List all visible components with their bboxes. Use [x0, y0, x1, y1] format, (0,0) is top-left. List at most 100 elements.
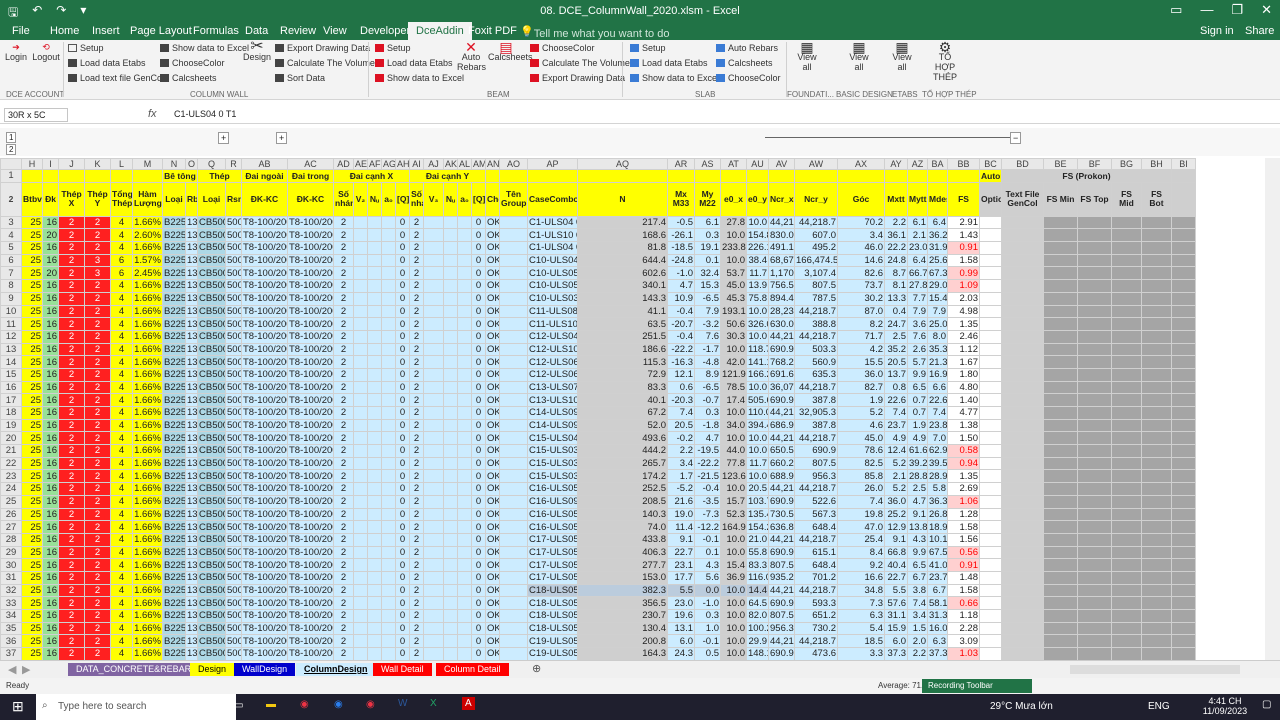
grid-cell[interactable]: 141.1 — [746, 355, 769, 369]
grid-cell[interactable]: 7.4 — [907, 596, 928, 610]
grid-cell[interactable]: 2 — [84, 469, 111, 484]
grid-cell[interactable]: 25 — [21, 266, 43, 281]
grid-cell[interactable]: 2 — [409, 507, 424, 522]
grid-cell[interactable]: OK — [485, 406, 500, 420]
grid-cell[interactable] — [1001, 431, 1044, 446]
grid-cell[interactable] — [1111, 304, 1142, 319]
grid-cell[interactable]: 18.9 — [927, 520, 948, 534]
grid-cell[interactable]: 2 — [333, 634, 354, 649]
grid-cell[interactable]: 2 — [409, 444, 424, 458]
grid-cell[interactable] — [367, 266, 382, 281]
column-header[interactable]: AX — [837, 158, 885, 170]
grid-cell[interactable]: 10.0 — [720, 431, 747, 446]
grid-cell[interactable] — [1141, 431, 1172, 446]
grid-cell[interactable]: 1,170.4 — [768, 266, 795, 281]
grid-cell[interactable] — [423, 304, 444, 319]
grid-cell[interactable] — [979, 215, 1002, 230]
grid-cell[interactable]: 22.2 — [884, 241, 908, 255]
chrome-icon[interactable]: ◉ — [300, 699, 309, 710]
grid-cell[interactable]: 382.3 — [577, 583, 668, 598]
grid-cell[interactable]: T8-100/200 — [241, 431, 288, 446]
grid-cell[interactable] — [443, 634, 458, 649]
grid-cell[interactable] — [1171, 317, 1196, 331]
grid-cell[interactable]: 153.0 — [577, 570, 668, 585]
grid-cell[interactable]: 0 — [471, 342, 486, 357]
grid-cell[interactable]: 1.66% — [132, 596, 163, 610]
grid-cell[interactable]: 73.7 — [837, 279, 885, 293]
grid-cell[interactable]: 0 — [395, 304, 410, 319]
grid-cell[interactable]: 16 — [42, 317, 59, 331]
grid-cell[interactable]: 0 — [395, 609, 410, 623]
grid-cell[interactable] — [381, 545, 396, 560]
grid-cell[interactable]: 13 — [185, 380, 198, 395]
name-box[interactable]: 30R x 5C — [4, 108, 68, 122]
grid-cell[interactable]: 0 — [471, 406, 486, 420]
grid-cell[interactable] — [443, 532, 458, 547]
grid-cell[interactable] — [443, 545, 458, 560]
grid-cell[interactable]: T8-100/200 — [241, 393, 288, 407]
grid-cell[interactable] — [1001, 570, 1044, 585]
column-header[interactable]: BE — [1043, 158, 1078, 170]
restore-icon[interactable]: ❐ — [1231, 2, 1243, 18]
grid-cell[interactable]: 0 — [395, 367, 410, 382]
grid-cell[interactable]: 4 — [110, 596, 133, 610]
grid-cell[interactable] — [499, 596, 528, 610]
grid-cell[interactable]: 356.5 — [577, 596, 668, 610]
grid-cell[interactable]: B225 — [162, 558, 186, 572]
grid-cell[interactable]: 1.38 — [947, 418, 980, 433]
grid-cell[interactable]: 690.9 — [768, 545, 795, 560]
grid-cell[interactable] — [1043, 279, 1078, 293]
grid-cell[interactable]: T8-100/200 — [287, 304, 334, 319]
grid-cell[interactable]: C14-ULS09 0 T1 — [527, 406, 578, 420]
grid-cell[interactable]: 730.2 — [794, 621, 838, 636]
grid-cell[interactable]: 78.5 — [720, 380, 747, 395]
grid-cell[interactable]: OK — [485, 482, 500, 496]
grid-cell[interactable] — [1043, 367, 1078, 382]
app-icon[interactable]: ◉ — [334, 699, 343, 710]
grid-cell[interactable] — [367, 609, 382, 623]
grid-cell[interactable]: T8-100/200 — [287, 444, 334, 458]
grid-cell[interactable] — [1141, 304, 1172, 319]
grid-cell[interactable]: 25 — [21, 367, 43, 382]
grid-cell[interactable] — [499, 367, 528, 382]
grid-cell[interactable] — [1077, 482, 1112, 496]
grid-cell[interactable]: 25.4 — [837, 532, 885, 547]
grid-cell[interactable] — [423, 456, 444, 471]
cw-choose-color[interactable]: ChooseColor — [160, 58, 225, 68]
beam-export-drawing[interactable]: Export Drawing Data — [530, 73, 625, 83]
grid-cell[interactable] — [979, 520, 1002, 534]
grid-cell[interactable] — [979, 241, 1002, 255]
grid-cell[interactable]: 25.2 — [884, 507, 908, 522]
grid-cell[interactable]: 85.8 — [837, 469, 885, 484]
grid-cell[interactable] — [1043, 520, 1078, 534]
grid-cell[interactable]: 15.3 — [694, 279, 721, 293]
grid-cell[interactable] — [1111, 253, 1142, 268]
grid-cell[interactable] — [58, 169, 85, 183]
grid-cell[interactable]: C1-ULS10 0 T2 — [527, 228, 578, 243]
tab-formulas[interactable]: Formulas — [193, 25, 239, 37]
grid-cell[interactable]: 6.0 — [884, 634, 908, 649]
grid-cell[interactable] — [353, 583, 368, 598]
grid-cell[interactable]: 24.3 — [667, 647, 695, 660]
grid-cell[interactable] — [979, 621, 1002, 636]
grid-cell[interactable] — [499, 380, 528, 395]
grid-cell[interactable] — [1043, 444, 1078, 458]
grid-cell[interactable] — [499, 507, 528, 522]
row-header[interactable]: 4 — [0, 228, 22, 243]
grid-cell[interactable]: -22.2 — [667, 342, 695, 357]
grid-cell[interactable] — [499, 317, 528, 331]
grid-cell[interactable]: 0.6 — [667, 380, 695, 395]
grid-cell[interactable]: T8-100/200 — [241, 469, 288, 484]
grid-cell[interactable]: -24.8 — [667, 253, 695, 268]
grid-cell[interactable]: T8-100/200 — [241, 520, 288, 534]
grid-cell[interactable]: 81.8 — [577, 241, 668, 255]
grid-cell[interactable]: T8-100/200 — [241, 583, 288, 598]
grid-cell[interactable] — [443, 418, 458, 433]
grid-cell[interactable]: 118.7 — [746, 342, 769, 357]
grid-cell[interactable]: 2 — [333, 469, 354, 484]
etabs-view-all[interactable]: ▦ View all — [889, 40, 915, 72]
grid-cell[interactable] — [1171, 291, 1196, 306]
grid-cell[interactable]: OK — [485, 507, 500, 522]
grid-cell[interactable] — [1043, 570, 1078, 585]
grid-cell[interactable]: 22.7 — [667, 545, 695, 560]
